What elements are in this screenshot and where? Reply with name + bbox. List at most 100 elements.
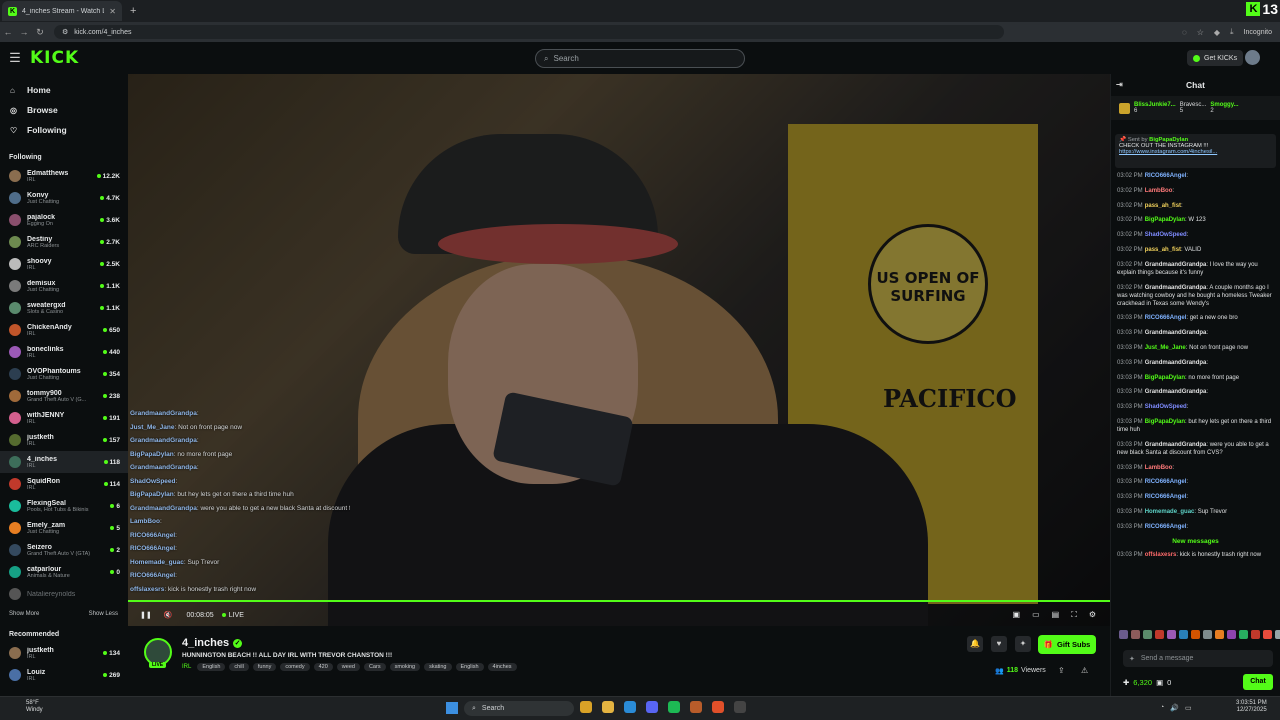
spotify-icon[interactable]	[668, 701, 680, 713]
reload-icon[interactable]: ↻	[32, 27, 48, 38]
address-bar[interactable]: ⚙ kick.com/4_inches	[54, 25, 1004, 39]
chat-username[interactable]: RICO666Angel	[1145, 479, 1187, 485]
extension-badge[interactable]: K 13	[1246, 1, 1278, 17]
search-input[interactable]: ⌕ Search	[535, 49, 745, 68]
sidebar-item-channel[interactable]: boneclinks IRL 440	[0, 341, 128, 363]
channel-points[interactable]: 6,320	[1133, 678, 1152, 687]
leader-3[interactable]: Smoggy... 2	[1210, 102, 1238, 114]
chat-username[interactable]: BigPapaDylan	[1145, 419, 1185, 425]
stream-tag[interactable]: funny	[252, 663, 277, 671]
stream-tag[interactable]: chill	[229, 663, 249, 671]
volume-icon[interactable]: 🔊	[1170, 704, 1179, 712]
chat-username[interactable]: RICO666Angel	[1145, 524, 1187, 530]
emote-icon[interactable]	[1215, 630, 1224, 639]
show-more-button[interactable]: Show More	[9, 611, 39, 617]
forward-icon[interactable]: →	[16, 27, 32, 37]
back-icon[interactable]: ←	[0, 27, 16, 37]
chat-username[interactable]: pass_ah_fist	[1145, 203, 1181, 209]
sidebar-item-channel[interactable]: Emely_zam Just Chatting 5	[0, 517, 128, 539]
sidebar-item-recommended[interactable]: justketh IRL 134	[0, 642, 128, 664]
site-info-icon[interactable]: ⚙	[62, 28, 68, 36]
leader-2[interactable]: Bravesc... 5	[1180, 102, 1207, 114]
sidebar-item-channel[interactable]: shoovy IRL 2.5K	[0, 253, 128, 275]
channel-name[interactable]: 4_inches	[182, 637, 229, 649]
chat-username[interactable]: pass_ah_fist	[1145, 247, 1181, 253]
live-indicator[interactable]: LIVE	[221, 612, 244, 619]
chat-username[interactable]: Just_Me_Jane	[1145, 345, 1186, 351]
nav-browse[interactable]: ◎ Browse	[0, 100, 128, 120]
emote-icon[interactable]	[1131, 630, 1140, 639]
obs-icon[interactable]	[734, 701, 746, 713]
sidebar-item-channel[interactable]: justketh IRL 157	[0, 429, 128, 451]
emote-icon[interactable]	[1155, 630, 1164, 639]
new-messages-indicator[interactable]: New messages	[1117, 538, 1274, 545]
emote-icon[interactable]	[1263, 630, 1272, 639]
sidebar-item-channel[interactable]: Seizero Grand Theft Auto V (GTA) 2	[0, 539, 128, 561]
chat-username[interactable]: offslaxesrs	[1145, 552, 1177, 558]
chat-username[interactable]: RICO666Angel	[1145, 173, 1187, 179]
emoji-icon[interactable]: ✦	[1129, 655, 1135, 663]
emote-icon[interactable]	[1191, 630, 1200, 639]
stream-tag[interactable]: skating	[424, 663, 452, 671]
chat-username[interactable]: RICO666Angel	[1145, 494, 1187, 500]
chat-username[interactable]: GrandmaandGrandpa	[1145, 262, 1207, 268]
sidebar-item-channel[interactable]: sweatergxd Slots & Casino 1.1K	[0, 297, 128, 319]
app-icon[interactable]	[690, 701, 702, 713]
chat-username[interactable]: ShadOwSpeed	[1145, 232, 1187, 238]
emote-icon[interactable]	[1143, 630, 1152, 639]
stream-tag[interactable]: 4inches	[487, 663, 517, 671]
pinned-message[interactable]: 📌 Sent by BigPapaDylan CHECK OUT THE INS…	[1115, 134, 1276, 168]
extensions-icon[interactable]: ◆	[1214, 28, 1220, 37]
wifi-icon[interactable]: ◔	[1160, 704, 1164, 712]
offline-channel[interactable]: Nataliereynolds	[0, 583, 128, 605]
report-icon[interactable]: ⚠	[1081, 666, 1088, 675]
emote-icon[interactable]	[1251, 630, 1260, 639]
sidebar-item-channel[interactable]: Destiny ARC Raiders 2.7K	[0, 231, 128, 253]
video-player[interactable]: US OPEN OF SURFING PACIFICO GrandmaandGr…	[128, 74, 1110, 626]
pin-icon[interactable]: ✦	[1015, 636, 1031, 652]
stream-tag[interactable]: comedy	[280, 663, 310, 671]
emote-icon[interactable]	[1203, 630, 1212, 639]
fullscreen-icon[interactable]: ⛶	[1071, 610, 1077, 620]
clock[interactable]: 3:03:51 PM 12/27/2025	[1236, 700, 1267, 714]
leader-1[interactable]: BlissJunkie7... 6	[1134, 102, 1176, 114]
battery-icon[interactable]: ▭	[1185, 704, 1192, 712]
bookmark-star-icon[interactable]: ☆	[1197, 28, 1204, 37]
chrome-icon[interactable]	[580, 701, 592, 713]
chat-input[interactable]: ✦ Send a message	[1123, 650, 1273, 667]
mute-icon[interactable]: 🔇	[164, 611, 173, 619]
emote-icon[interactable]	[1179, 630, 1188, 639]
chat-username[interactable]: GrandmaandGrandpa	[1145, 360, 1207, 366]
follow-heart-icon[interactable]: ♥	[991, 636, 1007, 652]
live-progress-bar[interactable]	[128, 600, 1110, 602]
incognito-label[interactable]: Incognito	[1244, 29, 1272, 36]
get-kicks-button[interactable]: Get KICKs	[1187, 50, 1244, 66]
sidebar-item-channel[interactable]: Edmatthews IRL 12.2K	[0, 165, 128, 187]
chat-username[interactable]: GrandmaandGrandpa	[1145, 389, 1207, 395]
chat-send-button[interactable]: Chat	[1243, 674, 1273, 690]
clip-icon[interactable]: ▤	[1052, 610, 1060, 620]
download-icon[interactable]: ⤓	[1230, 27, 1234, 37]
settings-gear-icon[interactable]: ⚙	[1089, 610, 1096, 620]
close-tab-icon[interactable]: ✕	[109, 7, 116, 16]
emote-icon[interactable]	[1167, 630, 1176, 639]
nav-home[interactable]: ⌂ Home	[0, 80, 128, 100]
menu-icon[interactable]: ☰	[0, 50, 30, 66]
windows-start-icon[interactable]	[446, 702, 458, 714]
emote-icon[interactable]	[1239, 630, 1248, 639]
sidebar-item-channel[interactable]: tommy900 Grand Theft Auto V (G... 238	[0, 385, 128, 407]
chat-username[interactable]: GrandmaandGrandpa	[1145, 442, 1207, 448]
file-explorer-icon[interactable]	[602, 701, 614, 713]
notification-bell-icon[interactable]: 🔔	[967, 636, 983, 652]
emote-icon[interactable]	[1119, 630, 1128, 639]
stream-tag[interactable]: smoking	[389, 663, 421, 671]
sidebar-item-channel[interactable]: OVOPhantoums Just Chatting 354	[0, 363, 128, 385]
stream-category[interactable]: IRL	[182, 664, 191, 670]
brave-icon[interactable]	[712, 701, 724, 713]
gift-subs-button[interactable]: 🎁 Gift Subs	[1038, 635, 1096, 654]
sidebar-item-channel[interactable]: FlexingSeal Pools, Hot Tubs & Bikinis 6	[0, 495, 128, 517]
chat-username[interactable]: RICO666Angel	[1145, 315, 1187, 321]
sidebar-item-recommended[interactable]: Louiz IRL 269	[0, 664, 128, 686]
pinned-link[interactable]: https://www.instagram.com/4inchesil...	[1119, 149, 1272, 155]
discord-icon[interactable]	[646, 701, 658, 713]
